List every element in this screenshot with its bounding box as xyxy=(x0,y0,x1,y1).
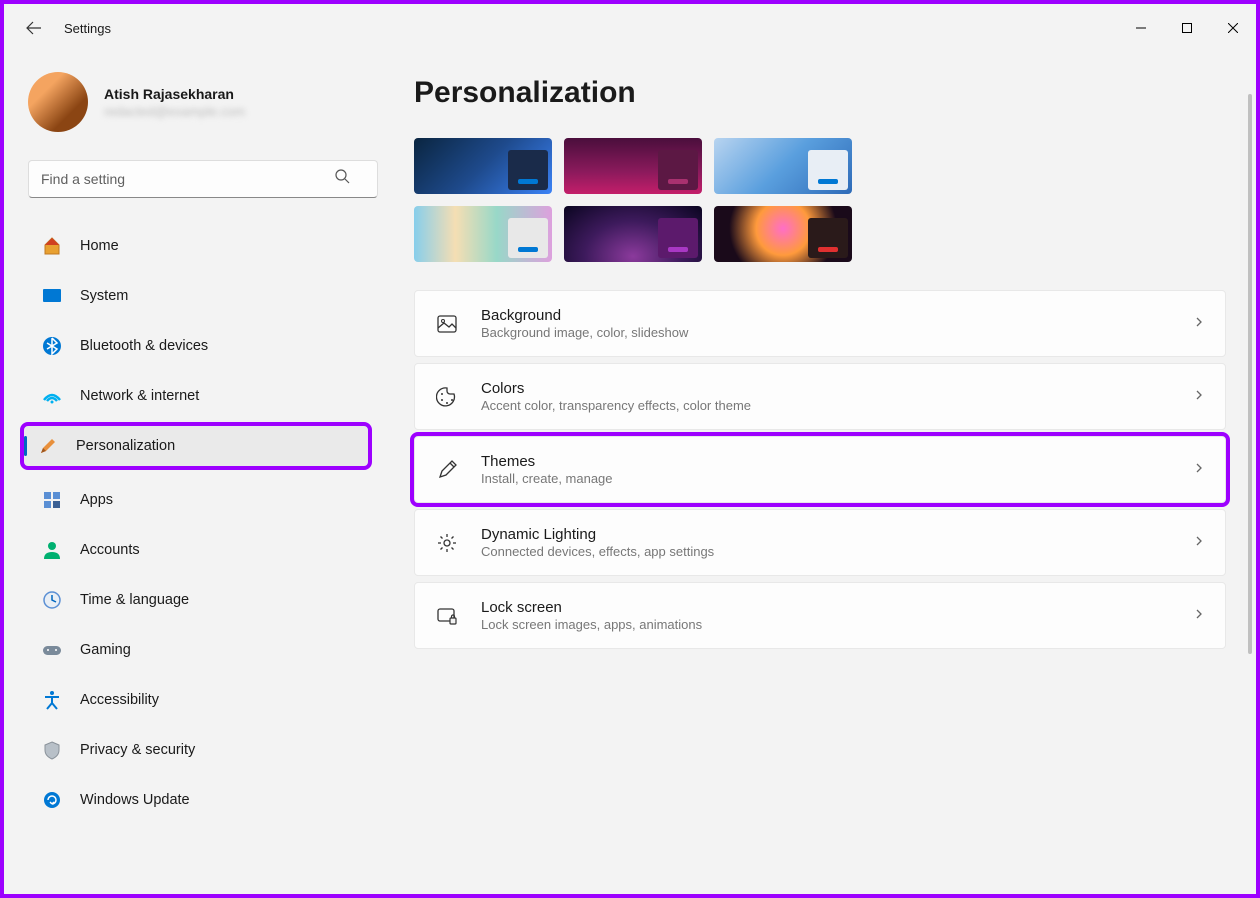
chevron-right-icon xyxy=(1193,388,1205,406)
theme-thumbnail-3[interactable] xyxy=(414,206,552,262)
sidebar: Atish Rajasekharan redacted@example.com … xyxy=(4,52,380,894)
setting-card-colors[interactable]: Colors Accent color, transparency effect… xyxy=(414,363,1226,430)
setting-card-background[interactable]: Background Background image, color, slid… xyxy=(414,290,1226,357)
nav-item-accessibility[interactable]: Accessibility xyxy=(28,680,364,720)
themes-icon xyxy=(435,458,459,482)
settings-list: Background Background image, color, slid… xyxy=(414,290,1226,669)
setting-card-dynamic-lighting[interactable]: Dynamic Lighting Connected devices, effe… xyxy=(414,509,1226,576)
privacy-icon xyxy=(42,740,62,760)
nav-item-system[interactable]: System xyxy=(28,276,364,316)
accounts-icon xyxy=(42,540,62,560)
theme-thumbnail-2[interactable] xyxy=(714,138,852,194)
nav-list: Home System Bluetooth & devices Network & i… xyxy=(28,226,364,820)
setting-text: Colors Accent color, transparency effect… xyxy=(481,380,1171,413)
setting-title: Background xyxy=(481,307,1171,324)
minimize-button[interactable] xyxy=(1118,12,1164,44)
setting-desc: Connected devices, effects, app settings xyxy=(481,544,1171,559)
bluetooth-icon xyxy=(42,336,62,356)
close-button[interactable] xyxy=(1210,12,1256,44)
theme-thumbnail-0[interactable] xyxy=(414,138,552,194)
back-button[interactable] xyxy=(24,18,44,38)
lock-screen-icon xyxy=(435,604,459,628)
setting-card-themes[interactable]: Themes Install, create, manage xyxy=(414,436,1226,503)
nav-item-gaming[interactable]: Gaming xyxy=(28,630,364,670)
setting-text: Themes Install, create, manage xyxy=(481,453,1171,486)
close-icon xyxy=(1228,23,1238,33)
nav-item-network[interactable]: Network & internet xyxy=(28,376,364,416)
user-section[interactable]: Atish Rajasekharan redacted@example.com xyxy=(28,72,364,132)
chevron-right-icon xyxy=(1193,607,1205,625)
setting-desc: Install, create, manage xyxy=(481,471,1171,486)
theme-thumbnail-4[interactable] xyxy=(564,206,702,262)
maximize-icon xyxy=(1182,23,1192,33)
nav-item-accounts[interactable]: Accounts xyxy=(28,530,364,570)
nav-item-privacy[interactable]: Privacy & security xyxy=(28,730,364,770)
time-icon xyxy=(42,590,62,610)
chevron-right-icon xyxy=(1193,461,1205,479)
nav-label: Accounts xyxy=(80,542,140,558)
scrollbar[interactable] xyxy=(1248,94,1252,654)
personalization-icon xyxy=(38,436,58,456)
titlebar: Settings xyxy=(4,4,1256,52)
chevron-right-icon xyxy=(1193,315,1205,333)
chevron-right-icon xyxy=(1193,534,1205,552)
user-email: redacted@example.com xyxy=(104,104,245,119)
nav-item-time[interactable]: Time & language xyxy=(28,580,364,620)
nav-label: System xyxy=(80,288,128,304)
theme-thumbnail-5[interactable] xyxy=(714,206,852,262)
setting-title: Colors xyxy=(481,380,1171,397)
nav-item-home[interactable]: Home xyxy=(28,226,364,266)
user-name: Atish Rajasekharan xyxy=(104,86,245,102)
nav-label: Bluetooth & devices xyxy=(80,338,208,354)
search-box xyxy=(28,160,364,198)
gaming-icon xyxy=(42,640,62,660)
arrow-left-icon xyxy=(26,20,42,36)
setting-text: Background Background image, color, slid… xyxy=(481,307,1171,340)
setting-text: Dynamic Lighting Connected devices, effe… xyxy=(481,526,1171,559)
nav-label: Network & internet xyxy=(80,388,199,404)
setting-desc: Background image, color, slideshow xyxy=(481,325,1171,340)
app-title: Settings xyxy=(64,21,111,36)
home-icon xyxy=(42,236,62,256)
accessibility-icon xyxy=(42,690,62,710)
nav-item-bluetooth[interactable]: Bluetooth & devices xyxy=(28,326,364,366)
nav-label: Privacy & security xyxy=(80,742,195,758)
search-icon xyxy=(335,169,350,189)
setting-title: Themes xyxy=(481,453,1171,470)
nav-label: Time & language xyxy=(80,592,189,608)
dynamic-lighting-icon xyxy=(435,531,459,555)
page-title: Personalization xyxy=(414,76,1226,110)
nav-label: Accessibility xyxy=(80,692,159,708)
setting-card-lock-screen[interactable]: Lock screen Lock screen images, apps, an… xyxy=(414,582,1226,649)
nav-label: Home xyxy=(80,238,119,254)
background-icon xyxy=(435,312,459,336)
nav-item-update[interactable]: Windows Update xyxy=(28,780,364,820)
nav-item-apps[interactable]: Apps xyxy=(28,480,364,520)
apps-icon xyxy=(42,490,62,510)
update-icon xyxy=(42,790,62,810)
nav-label: Gaming xyxy=(80,642,131,658)
setting-desc: Lock screen images, apps, animations xyxy=(481,617,1171,632)
setting-title: Lock screen xyxy=(481,599,1171,616)
theme-grid xyxy=(414,138,1226,262)
theme-thumbnail-1[interactable] xyxy=(564,138,702,194)
avatar xyxy=(28,72,88,132)
system-icon xyxy=(42,286,62,306)
nav-label: Apps xyxy=(80,492,113,508)
nav-label: Personalization xyxy=(76,438,175,454)
main-content: Personalization Background Background im… xyxy=(380,52,1256,894)
network-icon xyxy=(42,386,62,406)
maximize-button[interactable] xyxy=(1164,12,1210,44)
minimize-icon xyxy=(1136,23,1146,33)
setting-text: Lock screen Lock screen images, apps, an… xyxy=(481,599,1171,632)
setting-title: Dynamic Lighting xyxy=(481,526,1171,543)
nav-item-personalization[interactable]: Personalization xyxy=(24,426,368,466)
colors-icon xyxy=(435,385,459,409)
search-input[interactable] xyxy=(28,160,378,198)
setting-desc: Accent color, transparency effects, colo… xyxy=(481,398,1171,413)
window-controls xyxy=(1118,12,1256,44)
nav-label: Windows Update xyxy=(80,792,190,808)
